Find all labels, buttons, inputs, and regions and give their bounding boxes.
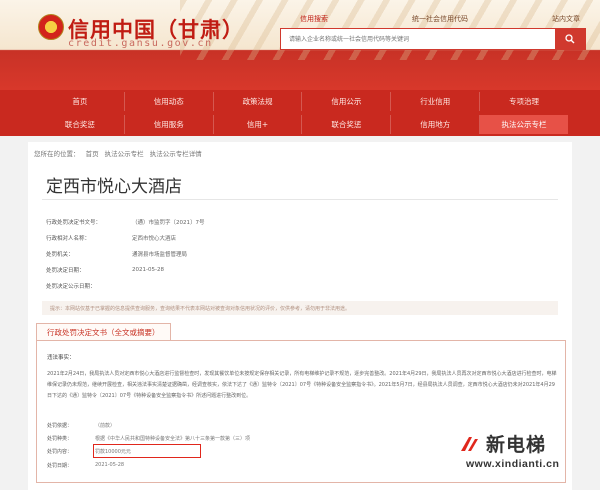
- nav-joint-punish[interactable]: 联合奖惩: [302, 115, 392, 134]
- field-label: 行政处罚决定书文号：: [46, 220, 102, 226]
- penalty-type-row: 处罚种类： 根据《中华人民共和国特种设备安全法》第八十三条第一款第（三）项: [47, 435, 250, 442]
- nav-row-primary: 首页 信用动态 政策法规 信用公示 行业信用 专项治理: [36, 92, 568, 111]
- penalty-amount-highlight: [93, 444, 201, 458]
- watermark-url: www.xindianti.cn: [466, 458, 560, 470]
- tab-credit-search[interactable]: 信用搜索: [292, 14, 336, 24]
- watermark-name: 新电梯: [486, 435, 547, 456]
- site-domain: credit.gansu.gov.cn: [68, 38, 213, 49]
- search-tabs: 信用搜索 统一社会信用代码 站内文章: [292, 14, 588, 24]
- nav-joint-rewards[interactable]: 联合奖惩: [36, 115, 125, 134]
- violation-facts-label: 违法事实：: [47, 355, 75, 361]
- tab-site-articles[interactable]: 站内文章: [544, 14, 588, 24]
- breadcrumb-column[interactable]: 执法公示专栏: [105, 150, 144, 158]
- nav-special-governance[interactable]: 专项治理: [480, 92, 568, 111]
- tab-unified-code[interactable]: 统一社会信用代码: [404, 14, 476, 24]
- row-value: 2021-05-28: [95, 462, 125, 468]
- disclaimer-notice: 提示：本网站仅基于已掌握的信息提供查询服务，查询结果不代表本网站对被查询对象信用…: [42, 301, 558, 315]
- field-decision-number: 行政处罚决定书文号： （通）市监罚字〔2021〕7号: [46, 218, 205, 226]
- breadcrumb: 您所在的位置： 首页 执法公示专栏 执法公示专栏详情: [34, 148, 206, 158]
- field-value: 2021-05-28: [132, 267, 164, 273]
- search-bar: [280, 28, 586, 50]
- nav-credit-services[interactable]: 信用服务: [125, 115, 214, 134]
- field-authority: 处罚机关： 通渭县市场监督管理局: [46, 250, 187, 258]
- row-label: 处罚日期：: [47, 463, 73, 469]
- penalty-basis-row: 处罚依据： （前款）: [47, 422, 115, 429]
- field-value: 定西市悦心大酒店: [132, 236, 177, 242]
- nav-credit-plus[interactable]: 信用+: [214, 115, 303, 134]
- row-value: 根据《中华人民共和国特种设备安全法》第八十三条第一款第（三）项: [95, 436, 251, 442]
- row-value: （前款）: [95, 423, 116, 429]
- field-label: 处罚机关：: [46, 252, 74, 258]
- row-label: 处罚依据：: [47, 423, 73, 429]
- nav-local-credit[interactable]: 信用地方: [391, 115, 481, 134]
- breadcrumb-home[interactable]: 首页: [86, 150, 99, 158]
- field-label: 处罚决定日期：: [46, 268, 85, 274]
- site-header: 信用中国（甘肃） credit.gansu.gov.cn 信用搜索 统一社会信用…: [0, 0, 600, 90]
- field-publicity-date: 处罚决定公示日期：: [46, 282, 132, 290]
- page-title: 定西市悦心大酒店: [46, 177, 182, 196]
- field-value: 通渭县市场监督管理局: [132, 252, 188, 258]
- penalty-date-row: 处罚日期： 2021-05-28: [47, 462, 124, 469]
- breadcrumb-prefix: 您所在的位置：: [34, 150, 80, 158]
- nav-credit-news[interactable]: 信用动态: [125, 92, 214, 111]
- violation-facts-text: 2021年2月24日，我局执法人员对定西市悦心大酒店进行监督检查时，发现其餐饮单…: [47, 371, 557, 399]
- field-label: 处罚决定公示日期：: [46, 284, 96, 290]
- search-button[interactable]: [555, 29, 585, 49]
- national-emblem-icon: [38, 14, 64, 40]
- nav-home[interactable]: 首页: [36, 92, 125, 111]
- row-label: 处罚内容：: [47, 449, 73, 455]
- nav-row-secondary: 联合奖惩 信用服务 信用+ 联合奖惩 信用地方 执法公示专栏: [36, 115, 568, 134]
- search-icon: [565, 34, 575, 44]
- nav-credit-publicity[interactable]: 信用公示: [302, 92, 392, 111]
- title-divider: [42, 199, 558, 200]
- section-tab-decision-document[interactable]: 行政处罚决定文书（全文或摘要）: [36, 323, 171, 341]
- watermark: 新电梯 www.xindianti.cn: [458, 430, 598, 480]
- xindianti-logo-icon: [461, 437, 478, 451]
- field-value: （通）市监罚字〔2021〕7号: [132, 220, 205, 226]
- nav-enforcement-column[interactable]: 执法公示专栏: [480, 115, 568, 134]
- row-label: 处罚种类：: [47, 436, 73, 442]
- search-input[interactable]: [281, 29, 555, 49]
- field-party-name: 行政相对人名称： 定西市悦心大酒店: [46, 234, 176, 242]
- breadcrumb-current: 执法公示专栏详情: [149, 150, 202, 158]
- nav-policies[interactable]: 政策法规: [214, 92, 303, 111]
- field-decision-date: 处罚决定日期： 2021-05-28: [46, 266, 164, 274]
- nav-industry-credit[interactable]: 行业信用: [391, 92, 481, 111]
- field-label: 行政相对人名称：: [46, 236, 91, 242]
- main-nav: 首页 信用动态 政策法规 信用公示 行业信用 专项治理 联合奖惩 信用服务 信用…: [0, 90, 600, 136]
